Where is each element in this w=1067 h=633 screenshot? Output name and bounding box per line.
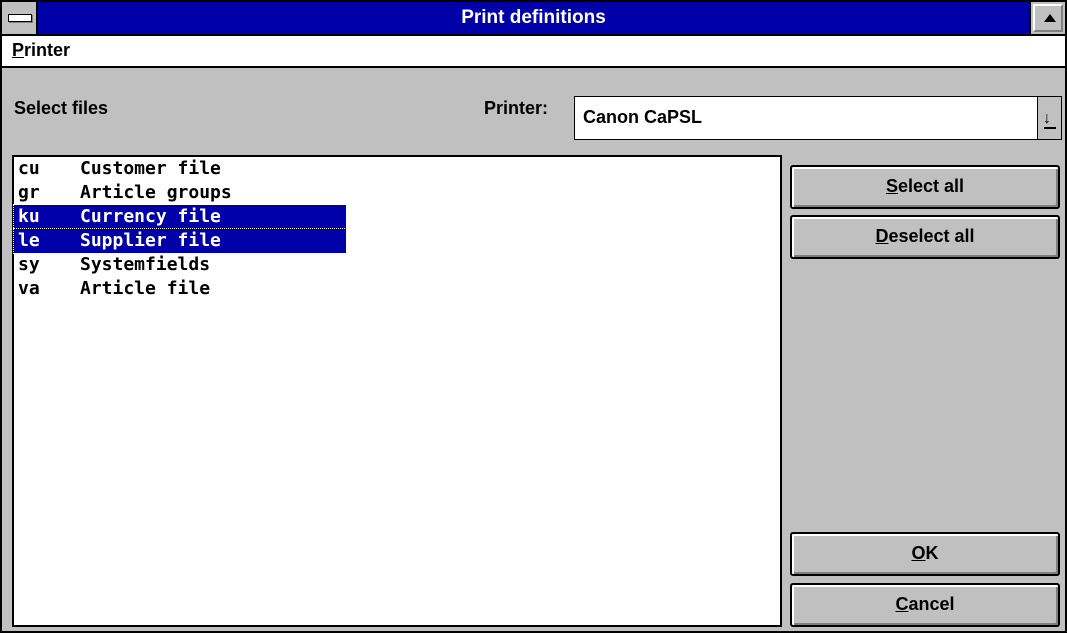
- dropdown-arrow-icon: ↓: [1043, 110, 1051, 127]
- maximize-button[interactable]: [1029, 2, 1065, 34]
- printer-dropdown-button[interactable]: ↓: [1037, 97, 1061, 139]
- list-item-va[interactable]: va Article file: [14, 277, 346, 301]
- select-files-label: Select files: [14, 98, 109, 118]
- title-bar: Print definitions: [2, 2, 1065, 36]
- menu-printer-rest: rinter: [24, 40, 71, 60]
- list-item-le[interactable]: le Supplier file: [13, 228, 347, 254]
- list-item-name: Supplier file: [80, 230, 221, 251]
- list-item-code: le: [18, 230, 40, 251]
- deselect-all-button[interactable]: Deselect all: [790, 215, 1060, 259]
- list-item-name: Customer file: [80, 158, 221, 179]
- list-item-ku[interactable]: ku Currency file: [13, 204, 347, 230]
- list-item-name: Currency file: [80, 206, 221, 227]
- list-item-code: cu: [18, 158, 40, 179]
- menu-bar: Printer: [2, 36, 1065, 68]
- list-item-name: Systemfields: [80, 254, 211, 275]
- list-item-code: gr: [18, 182, 40, 203]
- menu-printer[interactable]: Printer: [12, 40, 70, 61]
- select-all-button[interactable]: Select all: [790, 165, 1060, 209]
- list-item-code: sy: [18, 254, 40, 275]
- list-item-name: Article file: [80, 278, 211, 299]
- system-menu-button[interactable]: [2, 2, 38, 34]
- print-definitions-window: Print definitions Printer Select files P…: [0, 0, 1067, 633]
- list-item-code: ku: [18, 206, 40, 227]
- printer-label: Printer:: [484, 98, 549, 118]
- list-item-gr[interactable]: gr Article groups: [14, 181, 346, 205]
- printer-select[interactable]: Canon CaPSL ↓: [574, 96, 1062, 140]
- ok-button[interactable]: OK: [790, 532, 1060, 576]
- list-item-name: Article groups: [80, 182, 232, 203]
- list-item-code: va: [18, 278, 40, 299]
- list-item-cu[interactable]: cu Customer file: [14, 157, 346, 181]
- cancel-button[interactable]: Cancel: [790, 583, 1060, 627]
- system-menu-icon: [8, 14, 32, 22]
- list-item-sy[interactable]: sy Systemfields: [14, 253, 346, 277]
- menu-printer-mnemonic: P: [12, 40, 25, 60]
- file-list[interactable]: cu Customer file gr Article groups ku Currenc…: [12, 155, 782, 627]
- window-title: Print definitions: [461, 7, 606, 28]
- up-arrow-icon: [1044, 14, 1056, 22]
- printer-select-value: Canon CaPSL: [583, 107, 703, 127]
